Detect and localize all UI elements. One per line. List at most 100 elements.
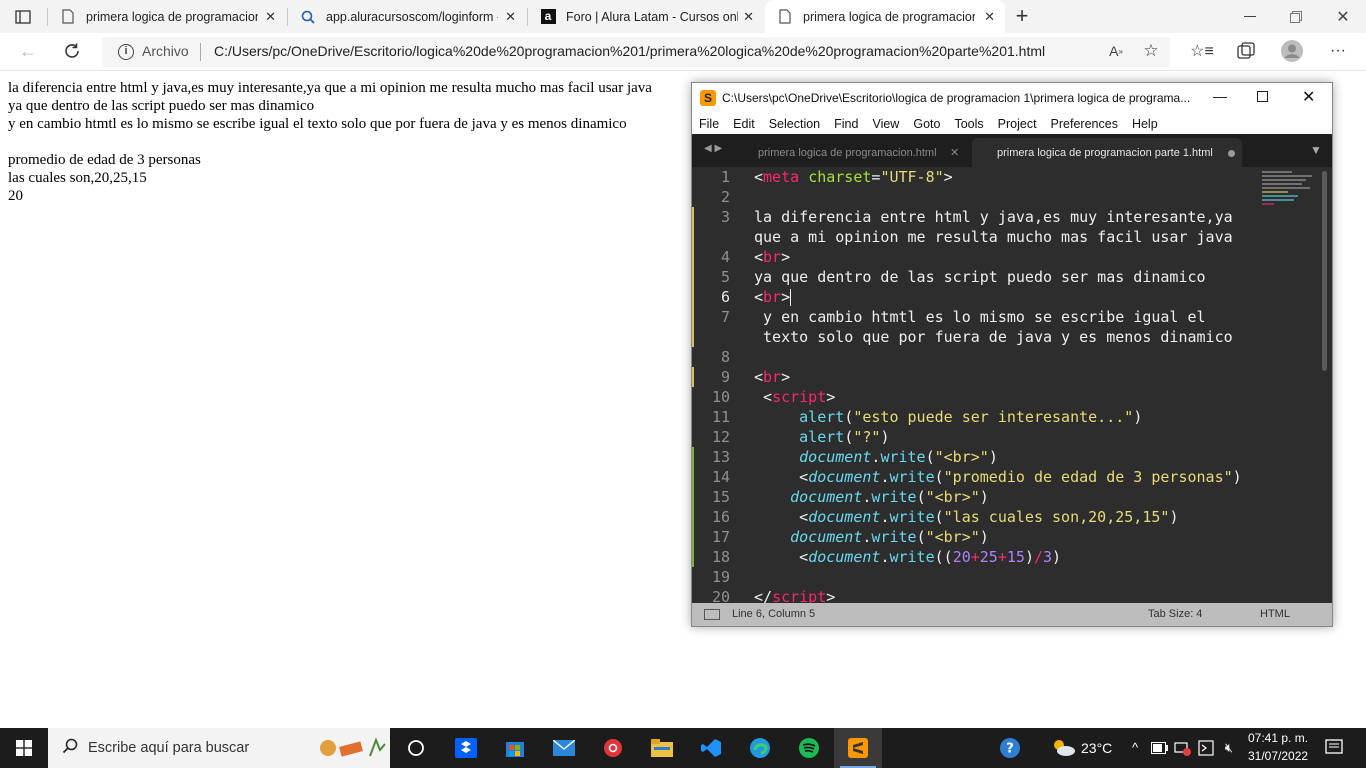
battery-icon[interactable]: [1151, 740, 1169, 756]
sublime-tab-bar: ◀ ▶ primera logica de programacion.html …: [692, 134, 1332, 167]
menu-view[interactable]: View: [865, 117, 906, 131]
code-line: la diferencia entre html y java,es muy i…: [754, 208, 1233, 226]
search-icon: [62, 738, 78, 758]
mail-icon[interactable]: [540, 728, 588, 768]
editor-tab-1[interactable]: primera logica de programacion.html ✕: [736, 138, 966, 167]
notifications-icon[interactable]: [1325, 739, 1343, 757]
alura-logo-icon: a: [540, 9, 556, 25]
clock-date[interactable]: 31/07/2022: [1248, 749, 1308, 763]
office-app-icon[interactable]: [589, 728, 637, 768]
menu-help[interactable]: Help: [1125, 117, 1165, 131]
chevron-down-icon[interactable]: ▼: [1310, 143, 1322, 157]
minimize-icon[interactable]: [1240, 8, 1260, 26]
spotify-icon[interactable]: [785, 728, 833, 768]
refresh-icon[interactable]: [61, 40, 83, 62]
browser-tab-2[interactable]: app.aluracursoscom/loginform - ✕: [288, 0, 526, 33]
chevron-up-icon[interactable]: ^: [1127, 739, 1143, 755]
line-number: 8: [720, 348, 730, 366]
page-line: ya que dentro de las script puedo ser ma…: [8, 98, 315, 114]
search-highlight-illustration-icon: [318, 736, 388, 760]
close-icon[interactable]: ✕: [505, 9, 516, 25]
menu-project[interactable]: Project: [991, 117, 1044, 131]
line-number: 12: [711, 428, 730, 446]
close-icon[interactable]: ✕: [743, 9, 754, 25]
tab-title: primera logica de programacion: [803, 9, 975, 24]
line-number: 20: [711, 588, 730, 603]
taskbar-search-box[interactable]: Escribe aquí para buscar: [48, 728, 390, 768]
tab-actions-icon[interactable]: [14, 8, 32, 26]
code-editor[interactable]: 1 2 3 4 5 6 7 8 9 10 11 12 13 14 15 16 1…: [692, 167, 1332, 603]
menu-file[interactable]: File: [692, 117, 726, 131]
maximize-icon[interactable]: [1257, 91, 1268, 102]
file-icon: [777, 9, 793, 25]
code-line: <meta charset="UTF-8">: [754, 168, 953, 186]
restore-icon[interactable]: [1286, 8, 1306, 26]
sublime-text-taskbar-icon[interactable]: [834, 728, 882, 768]
close-icon[interactable]: ✕: [265, 9, 276, 25]
browser-tab-4-active[interactable]: primera logica de programacion ✕: [765, 0, 1005, 33]
profile-avatar-icon[interactable]: [1281, 40, 1303, 62]
minimap[interactable]: [1262, 171, 1318, 217]
file-explorer-icon[interactable]: [638, 728, 686, 768]
close-icon[interactable]: ✕: [984, 9, 995, 25]
more-options-icon[interactable]: ···: [1328, 41, 1348, 61]
cursor-position: Line 6, Column 5: [732, 608, 816, 620]
address-scheme-label: Archivo: [142, 43, 189, 59]
line-number: 2: [720, 188, 730, 206]
edge-browser-icon[interactable]: [736, 728, 784, 768]
menu-edit[interactable]: Edit: [726, 117, 762, 131]
weather-icon[interactable]: [1049, 736, 1077, 758]
collections-icon[interactable]: [1236, 41, 1256, 61]
dropbox-icon[interactable]: [442, 728, 490, 768]
line-number: 16: [711, 508, 730, 526]
close-window-icon[interactable]: ✕: [1302, 87, 1315, 107]
address-bar[interactable]: i Archivo C:/Users/pc/OneDrive/Escritori…: [102, 37, 1170, 67]
visual-studio-code-icon[interactable]: [687, 728, 735, 768]
menu-find[interactable]: Find: [827, 117, 865, 131]
menu-goto[interactable]: Goto: [906, 117, 947, 131]
menu-preferences[interactable]: Preferences: [1044, 117, 1125, 131]
code-line: <document.write((20+25+15)/3): [754, 548, 1062, 566]
line-number: 1: [720, 168, 730, 186]
line-number: 19: [711, 568, 730, 586]
back-arrow-icon[interactable]: ←: [18, 41, 38, 61]
add-favorite-icon[interactable]: ☆: [1141, 41, 1161, 61]
tab-title: Foro | Alura Latam - Cursos onlin: [566, 9, 738, 24]
temperature[interactable]: 23°C: [1081, 740, 1112, 756]
microsoft-store-icon[interactable]: [491, 728, 539, 768]
task-view-icon[interactable]: [392, 728, 440, 768]
panel-toggle-icon[interactable]: [704, 609, 720, 620]
code-line: <br>: [754, 248, 791, 266]
url-text[interactable]: C:/Users/pc/OneDrive/Escritorio/logica%2…: [214, 43, 1045, 59]
sublime-menu-bar: File Edit Selection Find View Goto Tools…: [692, 113, 1332, 134]
code-line: </script>: [754, 588, 836, 603]
sublime-text-window[interactable]: S C:\Users\pc\OneDrive\Escritorio\logica…: [691, 82, 1333, 627]
volume-muted-icon[interactable]: 🔇︎: [1219, 740, 1239, 756]
minimize-icon[interactable]: —: [1213, 88, 1227, 104]
tab-nav-arrows-icon[interactable]: ◀ ▶: [704, 143, 722, 154]
tab-size[interactable]: Tab Size: 4: [1148, 608, 1202, 620]
code-line: que a mi opinion me resulta mucho mas fa…: [754, 228, 1233, 246]
page-line: y en cambio htmtl es lo mismo se escribe…: [8, 116, 627, 132]
clock-time[interactable]: 07:41 p. m.: [1248, 731, 1308, 745]
scrollbar[interactable]: [1322, 171, 1327, 371]
windows-start-icon[interactable]: [0, 728, 48, 768]
code-line: document.write("<br>"): [790, 488, 989, 506]
input-indicator-icon[interactable]: [1197, 740, 1215, 756]
line-number-current: 6: [720, 288, 730, 306]
close-window-icon[interactable]: ✕: [1333, 7, 1353, 27]
info-icon[interactable]: i: [118, 44, 134, 60]
help-icon[interactable]: ?: [998, 737, 1022, 759]
read-aloud-icon[interactable]: A»: [1106, 42, 1126, 60]
editor-tab-2-active[interactable]: primera logica de programacion parte 1.h…: [972, 138, 1242, 167]
menu-tools[interactable]: Tools: [947, 117, 990, 131]
network-disconnected-icon[interactable]: [1174, 740, 1192, 756]
new-tab-button[interactable]: +: [1012, 3, 1032, 28]
close-icon[interactable]: ✕: [950, 146, 959, 159]
browser-tab-3[interactable]: a Foro | Alura Latam - Cursos onlin ✕: [528, 0, 764, 33]
browser-tab-1[interactable]: primera logica de programacion ✕: [48, 0, 286, 33]
favorites-icon[interactable]: ☆≡: [1190, 41, 1214, 61]
syntax-mode[interactable]: HTML: [1260, 608, 1290, 620]
browser-tab-strip: primera logica de programacion ✕ app.alu…: [0, 0, 1366, 33]
menu-selection[interactable]: Selection: [762, 117, 827, 131]
